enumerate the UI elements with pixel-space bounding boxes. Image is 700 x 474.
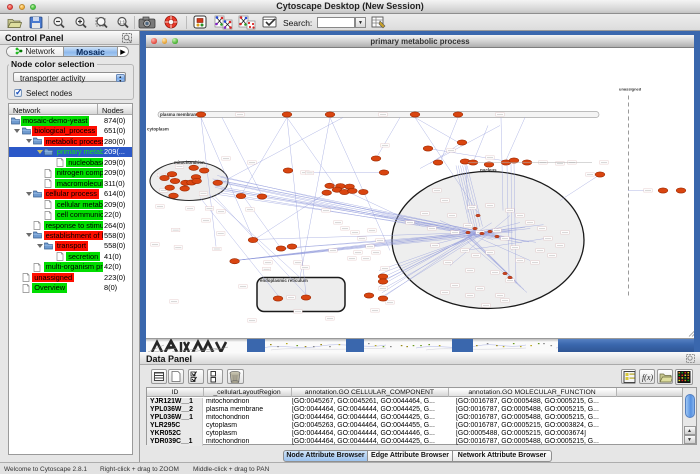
svg-text:cytoplasm: cytoplasm	[147, 126, 169, 131]
svg-text:plasma membrane: plasma membrane	[160, 111, 199, 116]
svg-text:mitochondrion: mitochondrion	[174, 160, 205, 165]
svg-text:f(x): f(x)	[642, 373, 653, 382]
svg-text:unassigned: unassigned	[619, 86, 642, 91]
svg-text:nucleus: nucleus	[480, 167, 497, 172]
svg-text:1:1: 1:1	[119, 20, 126, 25]
